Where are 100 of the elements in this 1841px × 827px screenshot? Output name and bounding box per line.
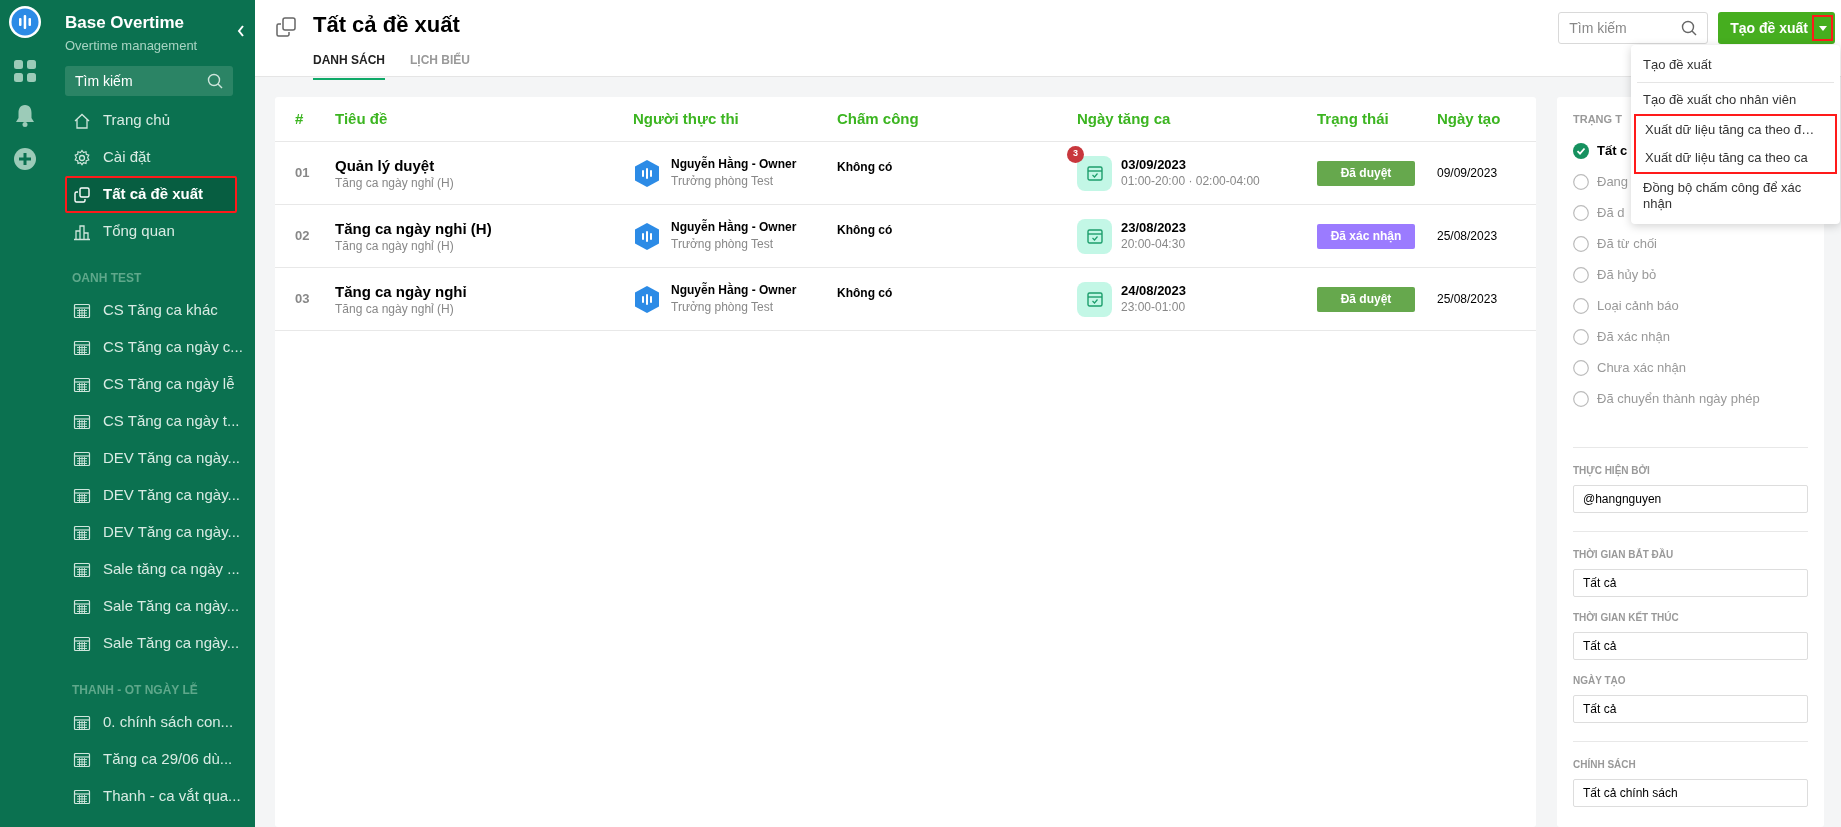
sidebar-item[interactable]: CS Tăng ca ngày lễ xyxy=(65,366,253,403)
bell-icon[interactable] xyxy=(14,103,36,127)
app-logo-icon[interactable] xyxy=(8,5,42,39)
assignee-role: Trưởng phòng Test xyxy=(671,299,774,316)
status-option: Đã từ chối xyxy=(1597,233,1657,254)
count-badge: 3 xyxy=(1067,145,1084,163)
assignee-role: Trưởng phòng Test xyxy=(671,173,774,190)
avatar-icon xyxy=(633,284,661,314)
created-date: 09/09/2023 xyxy=(1437,165,1499,182)
row-title: Tăng ca ngày nghỉ xyxy=(335,281,468,301)
menu-item[interactable]: Xuất dữ liệu tăng ca theo đ… xyxy=(1636,116,1835,144)
radio-icon[interactable] xyxy=(1573,266,1589,283)
assignee-name: Nguyễn Hằng - Owner xyxy=(671,219,797,236)
menu-item[interactable]: Tạo đề xuất xyxy=(1634,51,1837,79)
sidebar-item[interactable]: CS Tăng ca ngày c... xyxy=(65,329,253,366)
radio-icon[interactable] xyxy=(1573,204,1589,221)
assignee-role: Trưởng phòng Test xyxy=(671,236,774,253)
menu-item[interactable]: Đồng bộ chấm công để xác nhận xyxy=(1634,174,1837,218)
search-field[interactable]: Tìm kiếm xyxy=(1558,12,1709,44)
sidebar-item[interactable]: Sale Tăng ca ngày... xyxy=(65,625,253,662)
table-icon xyxy=(73,338,91,357)
sidebar-item[interactable]: DEV Tăng ca ngày... xyxy=(65,440,253,477)
field-label: CHÍNH SÁCH xyxy=(1573,759,1637,771)
tab[interactable]: DANH SÁCH xyxy=(313,51,385,80)
input-field[interactable]: Tất cả chính sách xyxy=(1573,779,1808,807)
status-option: Đã d xyxy=(1597,202,1625,223)
menu-item[interactable]: Tạo đề xuất cho nhân viên xyxy=(1634,86,1837,114)
row-title: Quản lý duyệt xyxy=(335,155,436,175)
menu-item[interactable]: Xuất dữ liệu tăng ca theo ca xyxy=(1636,144,1835,172)
apps-grid-icon[interactable] xyxy=(13,59,37,83)
status-option: Đã xác nhận xyxy=(1597,326,1670,347)
status-badge: Đã duyệt xyxy=(1317,160,1415,186)
input-field[interactable]: Tất cả xyxy=(1573,695,1808,723)
field-label: THỜI GIAN BẮT ĐẦU xyxy=(1573,549,1675,561)
row-number: 03 xyxy=(295,290,311,309)
radio-icon[interactable] xyxy=(1573,328,1589,345)
nav-item[interactable]: Cài đặt xyxy=(65,139,237,176)
overtime-date: 03/09/2023 xyxy=(1121,156,1188,173)
input-field[interactable]: @hangnguyen xyxy=(1573,485,1808,513)
row-number: 02 xyxy=(295,227,311,246)
sidebar-item[interactable]: Thanh - ca vắt qua... xyxy=(65,778,253,815)
calendar-icon xyxy=(1086,291,1103,307)
overtime-hours: 23:00-01:00 xyxy=(1121,299,1187,316)
assignee-name: Nguyễn Hằng - Owner xyxy=(671,156,797,173)
radio-icon[interactable] xyxy=(1573,359,1589,376)
copy-icon xyxy=(275,16,297,38)
row-title: Tăng ca ngày nghỉ (H) xyxy=(335,218,493,238)
table-icon xyxy=(73,523,91,542)
radio-icon[interactable] xyxy=(1573,390,1589,407)
settings-icon xyxy=(73,148,91,167)
created-date: 25/08/2023 xyxy=(1437,228,1499,245)
status-option: Đã hủy bỏ xyxy=(1597,264,1657,285)
overtime-date: 24/08/2023 xyxy=(1121,282,1187,299)
sidebar-item[interactable]: Sale tăng ca ngày ... xyxy=(65,551,253,588)
collapse-chevron-icon[interactable] xyxy=(237,25,245,37)
caret-toggle[interactable] xyxy=(1812,15,1833,41)
caret-icon xyxy=(1818,25,1827,31)
sidebar-item[interactable]: DEV Tăng ca ngày... xyxy=(65,514,253,551)
overtime-hours: 01:00-20:00 · 02:00-04:00 xyxy=(1121,173,1260,190)
radio-icon[interactable] xyxy=(1573,173,1589,190)
timekeeping-value: Không có xyxy=(837,286,893,300)
field-label: THỜI GIAN KẾT THÚC xyxy=(1573,612,1680,624)
app-title: Base Overtime xyxy=(65,12,186,34)
nav-item[interactable]: Trang chủ xyxy=(65,102,237,139)
calendar-icon xyxy=(1086,228,1103,244)
search-field[interactable]: Tìm kiếm xyxy=(65,66,233,96)
column-header: Tiêu đề xyxy=(335,108,389,129)
nav-item[interactable]: Tổng quan xyxy=(65,213,237,250)
table-icon xyxy=(73,375,91,394)
sidebar-item[interactable]: CS Tăng ca khác xyxy=(65,292,253,329)
input-field[interactable]: Tất cả xyxy=(1573,632,1808,660)
bar-chart-icon xyxy=(73,222,91,241)
table-icon xyxy=(73,597,91,616)
nav-item[interactable]: Tất cả đề xuất xyxy=(65,176,237,213)
radio-icon[interactable] xyxy=(1573,235,1589,252)
status-option: Chưa xác nhận xyxy=(1597,357,1686,378)
field-label: THỰC HIỆN BỞI xyxy=(1573,465,1651,477)
input-field[interactable]: Tất cả xyxy=(1573,569,1808,597)
status-option: Tất c xyxy=(1597,140,1628,161)
copy-icon xyxy=(73,185,91,204)
tab[interactable]: LỊCH BIỂU xyxy=(410,51,470,80)
sidebar-item[interactable]: CS Tăng ca ngày t... xyxy=(65,403,253,440)
radio-checked-icon[interactable] xyxy=(1573,142,1589,159)
column-header: Người thực thi xyxy=(633,108,740,129)
timekeeping-value: Không có xyxy=(837,160,893,174)
sidebar-item[interactable]: Tăng ca 29/06 dù... xyxy=(65,741,253,778)
page-title: Tất cả đề xuất xyxy=(313,11,461,39)
radio-icon[interactable] xyxy=(1573,297,1589,314)
sidebar-item[interactable]: DEV Tăng ca ngày... xyxy=(65,477,253,514)
row-subtitle: Tăng ca ngày nghỉ (H) xyxy=(335,300,455,317)
timekeeping-value: Không có xyxy=(837,223,893,237)
create-button[interactable]: Tạo đề xuất xyxy=(1718,12,1835,44)
sidebar-item[interactable]: 0. chính sách con... xyxy=(65,704,253,741)
status-badge: Đã xác nhận xyxy=(1317,223,1415,249)
table-icon xyxy=(73,560,91,579)
calendar-icon xyxy=(1086,165,1103,181)
sidebar-item[interactable]: Sale Tăng ca ngày... xyxy=(65,588,253,625)
avatar-icon xyxy=(633,221,661,251)
add-icon[interactable] xyxy=(13,147,37,171)
table-icon xyxy=(73,412,91,431)
